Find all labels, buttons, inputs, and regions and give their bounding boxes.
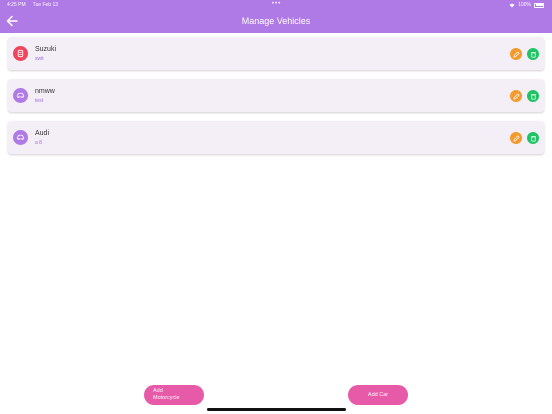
status-date: Tue Feb 13 [32,2,59,8]
edit-button[interactable] [510,90,522,102]
car-icon [13,88,28,103]
home-indicator[interactable] [207,408,346,411]
battery-icon [534,2,544,8]
vehicle-card[interactable]: Suzuki swit [8,37,544,70]
vehicle-card[interactable]: nmww test [8,79,544,112]
vehicle-name: Suzuki [35,46,57,53]
vehicle-model: a 8 [35,140,42,146]
vehicle-name: nmww [35,88,55,95]
vehicle-name: Audi [35,130,50,137]
car-icon [13,130,28,145]
page-title: Manage Vehicles [241,16,311,26]
vehicle-card[interactable]: Audi a 8 [8,121,544,154]
delete-button[interactable] [527,90,539,102]
edit-icon [512,92,520,100]
status-time: 4:25 PM [7,2,26,8]
edit-button[interactable] [510,132,522,144]
motorcycle-icon [13,46,28,61]
trash-icon [530,135,536,141]
edit-icon [512,134,520,142]
edit-icon [512,50,520,58]
add-motorcycle-button[interactable]: Add Motorcycle [144,385,204,405]
edit-button[interactable] [510,48,522,60]
app-header: 4:25 PM Tue Feb 13 ••• 100% Manage Vehic… [0,0,552,33]
add-car-button[interactable]: Add Car [348,385,408,405]
multitask-dots[interactable]: ••• [272,1,281,7]
trash-icon [530,93,536,99]
battery-percent: 100% [518,2,531,8]
trash-icon [530,51,536,57]
vehicle-model: swit [35,56,44,62]
delete-button[interactable] [527,132,539,144]
status-bar: 4:25 PM Tue Feb 13 ••• 100% [0,0,552,10]
vehicle-list: Suzuki swit nmww test Audi a 8 [8,37,544,163]
wifi-icon [509,3,515,7]
vehicle-model: test [35,98,44,104]
delete-button[interactable] [527,48,539,60]
